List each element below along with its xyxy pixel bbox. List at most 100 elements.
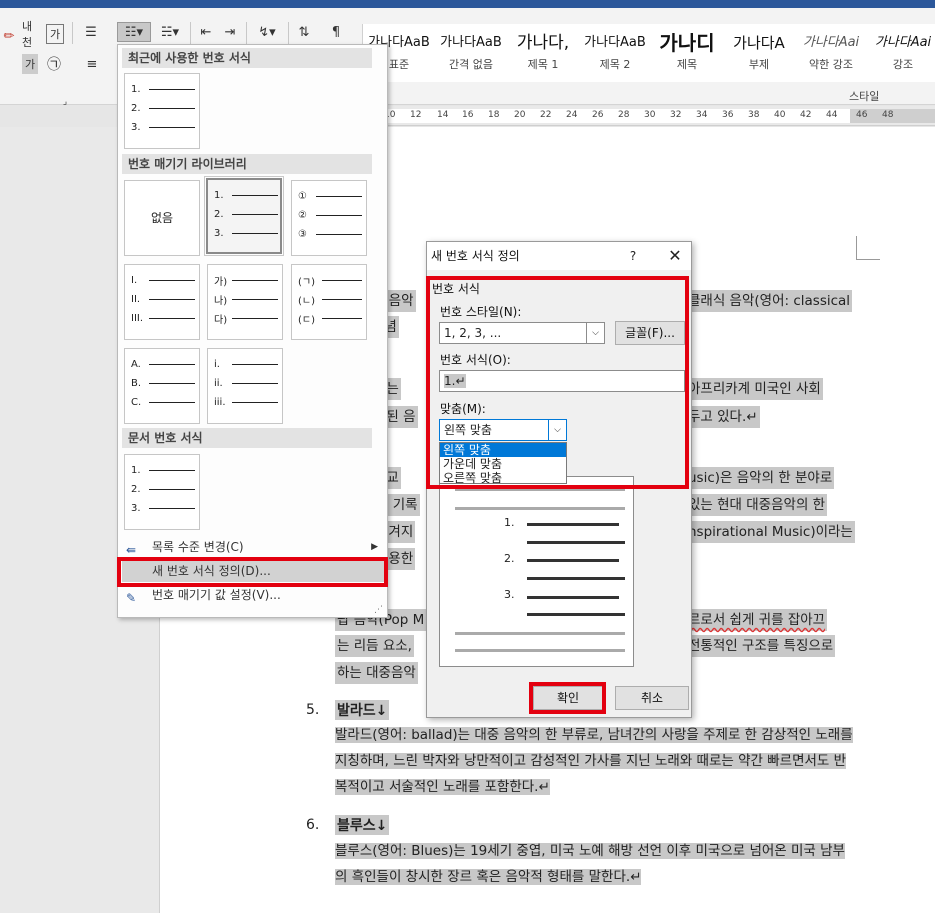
style-emphasis[interactable]: 가나다Aai 강조 bbox=[867, 24, 935, 82]
multilevel-list-icon[interactable]: ☵▾ bbox=[156, 22, 184, 42]
ruler-tick: 16 bbox=[462, 110, 474, 120]
align-option-right[interactable]: 오른쪽 맞춤 bbox=[440, 471, 566, 485]
doc-text-fragment[interactable]: 는 리듬 요소, bbox=[335, 635, 414, 657]
list-heading-ballad[interactable]: 발라드↓ bbox=[335, 700, 390, 720]
style-heading-1[interactable]: 가나다, 제목 1 bbox=[507, 24, 579, 82]
doc-text-fragment[interactable]: 두고 있다.↵ bbox=[686, 406, 760, 428]
font-button[interactable]: 글꼴(F)... bbox=[615, 321, 685, 345]
set-value-icon: ✎ bbox=[126, 591, 137, 605]
style-heading-2[interactable]: 가나다AaB 제목 2 bbox=[579, 24, 651, 82]
number-style-value: 1, 2, 3, ... bbox=[444, 326, 502, 340]
number-style-combo[interactable]: 1, 2, 3, ... ⌵ bbox=[439, 322, 605, 344]
chevron-down-icon[interactable]: ⌵ bbox=[548, 420, 566, 440]
format-roman-upper[interactable]: I. II. III. bbox=[124, 264, 200, 340]
style-name: 제목 1 bbox=[527, 58, 559, 71]
close-icon[interactable]: ✕ bbox=[663, 242, 687, 270]
style-no-spacing[interactable]: 가나다AaB 간격 없음 bbox=[435, 24, 507, 82]
list-heading-blues[interactable]: 블루스↓ bbox=[335, 815, 390, 835]
recent-formats-header: 최근에 사용한 번호 서식 bbox=[122, 48, 372, 68]
resize-grip-icon[interactable]: ⋰ bbox=[374, 605, 383, 615]
format-korean[interactable]: 가) 나) 다) bbox=[207, 264, 283, 340]
doc-text-fragment[interactable]: 르로서 쉽게 귀를 잡아끄 bbox=[686, 609, 828, 631]
style-preview: 가나다AaB bbox=[584, 35, 646, 50]
doc-text-fragment[interactable]: 하는 대중음악 bbox=[335, 662, 418, 684]
thumb-number: i. bbox=[214, 358, 220, 370]
thumb-number: (ㄷ) bbox=[298, 314, 316, 326]
define-new-number-format-item[interactable]: 새 번호 서식 정의(D)... bbox=[122, 560, 384, 582]
format-roman-lower[interactable]: i. ii. iii. bbox=[207, 348, 283, 424]
style-subtitle[interactable]: 가나다A 부제 bbox=[723, 24, 795, 82]
thumb-number: 가) bbox=[214, 276, 228, 288]
format-korean-paren[interactable]: (ㄱ) (ㄴ) (ㄷ) bbox=[291, 264, 367, 340]
style-name: 간격 없음 bbox=[449, 58, 493, 71]
paragraph-blues[interactable]: 블루스(영어: Blues)는 19세기 중엽, 미국 노예 해방 선언 이후 … bbox=[335, 838, 856, 890]
help-icon[interactable]: ? bbox=[623, 242, 643, 270]
format-preview bbox=[439, 476, 634, 667]
margin-corner-mark bbox=[856, 236, 880, 260]
ruler-tick: 28 bbox=[618, 110, 630, 120]
thumb-number: A. bbox=[131, 358, 141, 370]
ruler-tick: 20 bbox=[514, 110, 526, 120]
thumb-number: ii. bbox=[214, 377, 223, 389]
clear-format-icon[interactable]: ✏ bbox=[2, 26, 16, 46]
styles-group-label: 스타일 bbox=[849, 90, 880, 103]
decrease-indent-icon[interactable]: ⇤ bbox=[196, 22, 216, 42]
format-circled[interactable]: ① ② ③ bbox=[291, 180, 367, 256]
format-arabic[interactable]: 1. 2. 3. bbox=[204, 176, 284, 256]
preview-number: 3. bbox=[504, 588, 515, 601]
align-option-left[interactable]: 왼쪽 맞춤 bbox=[440, 443, 566, 457]
list-number: 5. bbox=[306, 702, 320, 718]
preview-line bbox=[527, 596, 619, 599]
format-none[interactable]: 없음 bbox=[124, 180, 200, 256]
char-border-icon[interactable]: 가 bbox=[46, 24, 64, 44]
increase-indent-icon[interactable]: ⇥ bbox=[220, 22, 240, 42]
style-name: 부제 bbox=[748, 58, 770, 71]
ruler-tick: 46 bbox=[856, 110, 868, 120]
style-title[interactable]: 가나디 제목 bbox=[651, 24, 723, 82]
ok-button[interactable]: 확인 bbox=[533, 686, 603, 710]
change-list-level-item[interactable]: ⇚ 목록 수준 변경(C) ▶ bbox=[122, 536, 384, 558]
document-format-arabic[interactable]: 1. 2. 3. bbox=[124, 454, 200, 530]
horizontal-ruler[interactable]: 10 12 14 16 18 20 22 24 26 28 30 32 34 3… bbox=[360, 106, 935, 126]
doc-text-fragment[interactable]: nspirational Music)이라는 bbox=[686, 521, 855, 543]
align-option-center[interactable]: 가운데 맞춤 bbox=[440, 457, 566, 471]
doc-text-fragment[interactable]: usic)은 음악의 한 분야로 bbox=[686, 467, 835, 489]
doc-text-fragment[interactable]: 클래식 음악(영어: classical bbox=[686, 290, 853, 312]
change-level-icon: ⇚ bbox=[126, 543, 137, 557]
show-marks-icon[interactable]: ¶ bbox=[326, 22, 346, 42]
numbering-library-header: 번호 매기기 라이브러리 bbox=[122, 154, 372, 174]
style-preview: 가나다Aai bbox=[874, 35, 932, 50]
preview-line bbox=[455, 488, 625, 491]
preview-line bbox=[527, 523, 619, 526]
chevron-down-icon[interactable]: ⌵ bbox=[586, 323, 604, 343]
text-direction-icon[interactable]: ↯▾ bbox=[252, 22, 282, 42]
document-formats-header: 문서 번호 서식 bbox=[122, 428, 372, 448]
alignment-combo[interactable]: 왼쪽 맞춤 ⌵ bbox=[439, 419, 567, 441]
numbering-icon[interactable]: ☷▾ bbox=[117, 22, 151, 42]
thumb-number: 2. bbox=[214, 208, 224, 220]
dialog-title: 새 번호 서식 정의 bbox=[427, 242, 691, 270]
format-alpha-upper[interactable]: A. B. C. bbox=[124, 348, 200, 424]
number-format-input[interactable]: 1.↵ bbox=[439, 370, 685, 392]
char-shading-icon[interactable]: 가 bbox=[22, 54, 38, 74]
doc-text-fragment[interactable]: 전통적인 구조를 특징으로 bbox=[686, 635, 836, 657]
bullets-icon[interactable]: ☰ bbox=[82, 22, 100, 42]
style-subtle-emphasis[interactable]: 가나다Aai 약한 강조 bbox=[795, 24, 867, 82]
enclose-char-icon[interactable]: ㉠ bbox=[44, 54, 64, 74]
cancel-button[interactable]: 취소 bbox=[615, 686, 689, 710]
doc-text-fragment[interactable]: 아프리카계 미국인 사회 bbox=[686, 378, 823, 400]
paragraph-ballad[interactable]: 발라드(영어: ballad)는 대중 음악의 한 부류로, 남녀간의 사랑을 … bbox=[335, 722, 856, 800]
number-format-value: 1.↵ bbox=[444, 374, 466, 388]
thumb-number: (ㄴ) bbox=[298, 295, 316, 307]
thumb-number: 1. bbox=[131, 83, 141, 95]
doc-text-fragment[interactable]: 있는 현대 대중음악의 한 bbox=[686, 494, 828, 516]
paragraph-text: 발라드(영어: ballad)는 대중 음악의 한 부류로, 남녀간의 사랑을 … bbox=[335, 727, 853, 795]
sort-icon[interactable]: ⇅ bbox=[294, 22, 314, 42]
phonetic-guide-icon[interactable]: 내천 bbox=[22, 20, 38, 49]
dialog-launcher-icon[interactable]: ⌟ bbox=[60, 92, 70, 112]
preview-number: 2. bbox=[504, 552, 515, 565]
align-left-icon[interactable]: ≡ bbox=[82, 54, 102, 74]
set-numbering-value-item[interactable]: ✎ 번호 매기기 값 설정(V)... bbox=[122, 584, 384, 606]
preview-line bbox=[527, 613, 625, 616]
recent-format-arabic[interactable]: 1. 2. 3. bbox=[124, 73, 200, 149]
